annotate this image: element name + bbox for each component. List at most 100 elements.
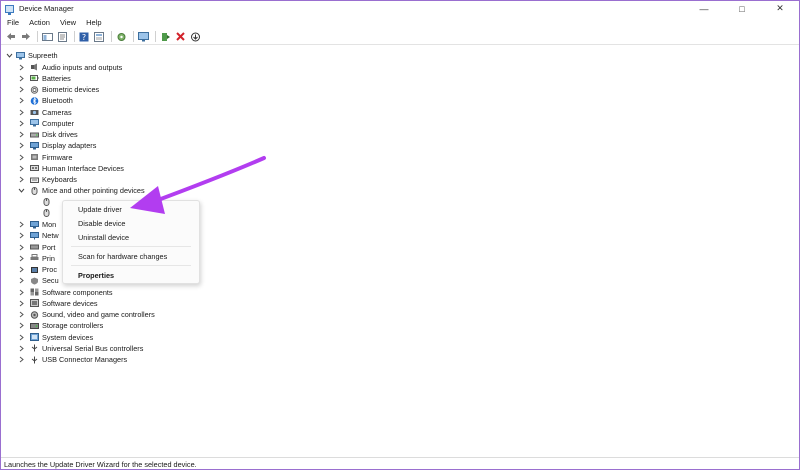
tree-category[interactable]: Bluetooth — [17, 95, 73, 106]
chevron-right-icon[interactable] — [17, 153, 25, 161]
tree-category[interactable]: Secu — [17, 275, 59, 286]
tree-category[interactable]: Universal Serial Bus controllers — [17, 343, 143, 354]
chevron-right-icon[interactable] — [17, 176, 25, 184]
tree-category[interactable]: Mon — [17, 219, 56, 230]
tree-category[interactable]: Display adapters — [17, 140, 96, 151]
tree-item-label: Disk drives — [42, 130, 78, 140]
fingerprint-icon — [30, 85, 39, 94]
chevron-right-icon[interactable] — [17, 311, 25, 319]
maximize-button[interactable]: □ — [723, 1, 761, 16]
chevron-right-icon[interactable] — [17, 254, 25, 262]
chevron-down-icon[interactable] — [17, 187, 25, 195]
properties-sheet-icon[interactable] — [56, 30, 69, 43]
chevron-right-icon[interactable] — [17, 277, 25, 285]
tree-item-label: Bluetooth — [42, 96, 73, 106]
tree-category[interactable]: Mice and other pointing devices — [17, 185, 145, 196]
toolbar: ? — [1, 29, 799, 45]
monitor-scan-icon[interactable] — [137, 30, 150, 43]
tree-category[interactable]: Biometric devices — [17, 84, 99, 95]
tree-category[interactable]: System devices — [17, 332, 93, 343]
tree-category[interactable]: Keyboards — [17, 174, 77, 185]
chevron-right-icon[interactable] — [17, 333, 25, 341]
tree-category[interactable]: Human Interface Devices — [17, 163, 124, 174]
tree-item-label: System devices — [42, 332, 94, 342]
update-driver-icon[interactable] — [159, 30, 172, 43]
tree-item-label: Audio inputs and outputs — [42, 62, 123, 72]
port-icon — [30, 243, 39, 251]
chevron-right-icon[interactable] — [17, 344, 25, 352]
chevron-right-icon[interactable] — [17, 322, 25, 330]
mouse-icon — [42, 209, 51, 218]
tree-category[interactable]: Storage controllers — [17, 320, 103, 331]
tree-category[interactable]: Proc — [17, 264, 57, 275]
view-panel-icon[interactable] — [93, 30, 106, 43]
tree-item-label: Software components — [42, 287, 113, 297]
update-driver-menu-item[interactable]: Update driver — [78, 205, 122, 214]
computer-icon — [16, 51, 25, 60]
tree-root[interactable]: Supreeth — [5, 50, 58, 61]
disable-device-menu-item[interactable]: Disable device — [78, 219, 125, 228]
tree-category[interactable]: Computer — [17, 118, 74, 129]
minimize-button[interactable]: — — [685, 1, 723, 16]
software-component-icon — [30, 288, 39, 296]
tree-category[interactable]: Port — [17, 242, 55, 253]
back-arrow-icon[interactable] — [4, 30, 17, 43]
forward-arrow-icon[interactable] — [19, 30, 32, 43]
tree-category[interactable]: Software components — [17, 287, 113, 298]
menu-file[interactable]: File — [1, 18, 23, 27]
chevron-right-icon[interactable] — [17, 97, 25, 105]
menu-help[interactable]: Help — [80, 18, 105, 27]
scan-hardware-changes-menu-item[interactable]: Scan for hardware changes — [78, 252, 167, 261]
status-text: Launches the Update Driver Wizard for th… — [4, 459, 197, 469]
window-controls: — □ ✕ — [685, 1, 799, 16]
chevron-right-icon[interactable] — [17, 266, 25, 274]
tree-category[interactable]: Audio inputs and outputs — [17, 62, 122, 73]
help-icon[interactable]: ? — [78, 30, 91, 43]
close-button[interactable]: ✕ — [761, 1, 799, 16]
menu-view[interactable]: View — [54, 18, 80, 27]
chevron-down-icon[interactable] — [5, 52, 13, 60]
tree-child-device[interactable] — [37, 197, 54, 208]
chevron-right-icon[interactable] — [17, 299, 25, 307]
tree-child-device[interactable] — [37, 208, 54, 219]
tree-item-label: Software devices — [42, 298, 98, 308]
tree-category[interactable]: Software devices — [17, 298, 98, 309]
chevron-right-icon[interactable] — [17, 288, 25, 296]
tree-category[interactable]: Prin — [17, 253, 55, 264]
chevron-right-icon[interactable] — [17, 356, 25, 364]
chevron-right-icon[interactable] — [17, 131, 25, 139]
menu-action[interactable]: Action — [23, 18, 54, 27]
context-menu: Update driver Disable device Uninstall d… — [62, 200, 200, 284]
chevron-right-icon[interactable] — [17, 119, 25, 127]
chevron-right-icon[interactable] — [17, 232, 25, 240]
chevron-right-icon[interactable] — [17, 221, 25, 229]
tree-category[interactable]: Firmware — [17, 152, 72, 163]
toolbar-separator — [133, 31, 134, 42]
device-manager-app-icon — [5, 4, 14, 15]
chevron-right-icon[interactable] — [17, 164, 25, 172]
mouse-icon — [42, 198, 51, 207]
tree-category[interactable]: Disk drives — [17, 129, 78, 140]
title-bar: Device Manager — □ ✕ — [1, 1, 799, 16]
chevron-right-icon[interactable] — [17, 63, 25, 71]
uninstall-x-icon[interactable] — [174, 30, 187, 43]
tree-category[interactable]: Cameras — [17, 107, 72, 118]
status-bar: Launches the Update Driver Wizard for th… — [1, 457, 799, 470]
chevron-right-icon[interactable] — [17, 142, 25, 150]
tree-category[interactable]: Batteries — [17, 73, 71, 84]
download-circle-icon[interactable] — [189, 30, 202, 43]
chevron-right-icon[interactable] — [17, 108, 25, 116]
chevron-right-icon[interactable] — [17, 74, 25, 82]
scan-hardware-icon[interactable] — [115, 30, 128, 43]
properties-menu-item[interactable]: Properties — [78, 271, 114, 280]
tree-category[interactable]: Sound, video and game controllers — [17, 309, 155, 320]
show-hide-console-tree-icon[interactable] — [41, 30, 54, 43]
tree-item-label: Mice and other pointing devices — [42, 186, 145, 196]
usb-icon — [30, 344, 39, 352]
tree-category[interactable]: USB Connector Managers — [17, 354, 127, 365]
chevron-right-icon[interactable] — [17, 243, 25, 251]
chevron-right-icon[interactable] — [17, 86, 25, 94]
uninstall-device-menu-item[interactable]: Uninstall device — [78, 233, 129, 242]
tree-category[interactable]: Netw — [17, 230, 59, 241]
window-title: Device Manager — [19, 4, 74, 13]
